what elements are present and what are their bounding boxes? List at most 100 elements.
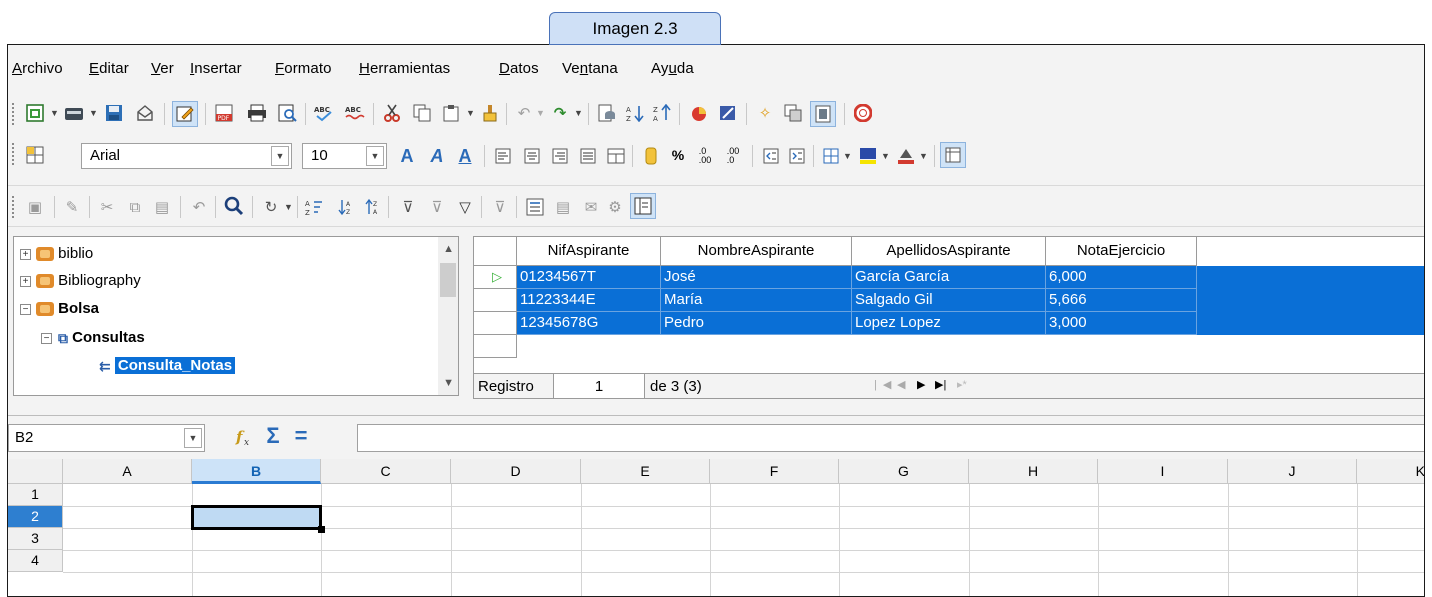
bold-icon[interactable]: A	[396, 145, 418, 167]
toolbar-grip[interactable]	[12, 196, 16, 218]
chevron-down-icon[interactable]: ▼	[271, 146, 289, 166]
find-record-icon[interactable]	[223, 195, 245, 217]
currency-format-icon[interactable]	[640, 145, 662, 167]
first-record-icon[interactable]: |◀	[874, 378, 897, 391]
background-color-icon[interactable]	[857, 145, 879, 167]
new-document-icon[interactable]	[24, 102, 46, 124]
styles-icon[interactable]	[24, 144, 46, 166]
font-size-combo[interactable]: 10 ▼	[302, 143, 387, 169]
table-cell[interactable]: María	[661, 289, 852, 312]
sort-ascending-icon[interactable]: AZ	[624, 102, 646, 124]
cut-disabled-icon[interactable]: ✂	[96, 196, 118, 218]
menu-ayuda[interactable]: Ayuda	[651, 60, 694, 77]
function-wizard-icon[interactable]: fx	[235, 426, 257, 448]
menu-archivo[interactable]: Archivo	[12, 60, 63, 77]
percent-format-icon[interactable]: %	[667, 144, 689, 166]
data-source-current-icon[interactable]: ⚙	[604, 196, 626, 218]
sort-asc-db-icon[interactable]: AZ	[334, 196, 356, 218]
standard-filter-icon[interactable]: ▽	[454, 196, 476, 218]
data-to-text-icon[interactable]	[524, 196, 546, 218]
print-icon[interactable]	[246, 102, 268, 124]
align-left-icon[interactable]	[492, 145, 514, 167]
row-header[interactable]	[474, 335, 517, 358]
menu-ventana[interactable]: Ventana	[562, 60, 618, 77]
sort-icon[interactable]: AZ	[304, 196, 326, 218]
table-cell[interactable]: 12345678G	[517, 312, 661, 335]
table-cell[interactable]: Lopez Lopez	[852, 312, 1046, 335]
menu-herramientas[interactable]: Herramientas	[359, 60, 450, 77]
previous-record-icon[interactable]: ◀	[897, 378, 905, 391]
table-cell[interactable]: García García	[852, 266, 1046, 289]
column-header-j[interactable]: J	[1228, 459, 1357, 484]
column-header[interactable]: NombreAspirante	[661, 237, 852, 266]
name-box[interactable]: B2 ▼	[8, 424, 205, 452]
align-right-icon[interactable]	[549, 145, 571, 167]
scroll-up-icon[interactable]: ▲	[443, 243, 454, 255]
new-record-icon[interactable]: ▸*	[957, 378, 967, 391]
tree-scrollbar[interactable]: ▲ ▼	[438, 237, 458, 395]
merge-cells-icon[interactable]	[605, 145, 627, 167]
explorer-toggle-icon[interactable]	[630, 193, 656, 219]
apply-filter-icon[interactable]: ⊽	[426, 196, 448, 218]
next-record-icon[interactable]: ▶	[917, 378, 925, 391]
row-header[interactable]	[474, 312, 517, 335]
templates-icon[interactable]	[63, 102, 85, 124]
save-icon[interactable]	[103, 102, 125, 124]
table-cell[interactable]: 5,666	[1046, 289, 1197, 312]
column-header[interactable]: ApellidosAspirante	[852, 237, 1046, 266]
row-header-2[interactable]: 2	[8, 506, 63, 528]
mail-merge-icon[interactable]: ✉	[580, 196, 602, 218]
save-record-icon[interactable]: ▣	[24, 196, 46, 218]
chevron-down-icon[interactable]: ▼	[366, 146, 384, 166]
collapse-icon[interactable]: −	[41, 333, 52, 344]
table-cell[interactable]: 01234567T	[517, 266, 661, 289]
corner-header[interactable]	[8, 459, 63, 484]
table-cell[interactable]: José	[661, 266, 852, 289]
table-cell[interactable]: Pedro	[661, 312, 852, 335]
sidebar-toggle-icon[interactable]	[940, 142, 966, 168]
edit-data-icon[interactable]: ✎	[61, 196, 83, 218]
insert-chart-icon[interactable]	[688, 102, 710, 124]
table-cell[interactable]: Salgado Gil	[852, 289, 1046, 312]
paste-disabled-icon[interactable]: ▤	[151, 196, 173, 218]
delete-decimal-icon[interactable]: .00.0	[722, 145, 744, 167]
clone-formatting-icon[interactable]	[479, 102, 501, 124]
autofill-handle[interactable]	[318, 526, 325, 533]
cut-icon[interactable]	[381, 102, 403, 124]
decrease-indent-icon[interactable]	[760, 145, 782, 167]
data-source-toggle-icon[interactable]	[810, 101, 836, 127]
menu-editar[interactable]: Editar	[89, 60, 129, 77]
toolbar-grip[interactable]	[12, 143, 16, 165]
chevron-down-icon[interactable]: ▼	[184, 428, 202, 448]
help-icon[interactable]	[852, 102, 874, 124]
print-preview-icon[interactable]	[276, 102, 298, 124]
paste-icon[interactable]	[440, 102, 462, 124]
autofilter-icon[interactable]: ⊽	[397, 196, 419, 218]
undo-icon[interactable]: ↶	[513, 102, 535, 124]
email-icon[interactable]	[134, 102, 156, 124]
menu-insertar[interactable]: Insertar	[190, 60, 242, 77]
active-cell-b2[interactable]	[191, 505, 322, 530]
column-header[interactable]: NifAspirante	[517, 237, 661, 266]
row-header[interactable]: ▷	[474, 266, 517, 289]
column-header-h[interactable]: H	[969, 459, 1098, 484]
scroll-thumb[interactable]	[440, 263, 456, 297]
table-cell[interactable]: 6,000	[1046, 266, 1197, 289]
expand-icon[interactable]: +	[20, 276, 31, 287]
column-header-c[interactable]: C	[321, 459, 451, 484]
column-header-b[interactable]: B	[192, 459, 321, 484]
formula-input[interactable]	[357, 424, 1424, 452]
refresh-icon[interactable]: ↻	[260, 196, 282, 218]
undo-disabled-icon[interactable]: ↶	[188, 196, 210, 218]
record-number-input[interactable]: 1	[553, 374, 645, 398]
toolbar-grip[interactable]	[12, 103, 16, 125]
borders-icon[interactable]	[820, 145, 842, 167]
copy-disabled-icon[interactable]: ⧉	[124, 196, 146, 218]
reset-filter-icon[interactable]: ⊽	[489, 196, 511, 218]
table-cell[interactable]: 3,000	[1046, 312, 1197, 335]
add-decimal-icon[interactable]: .0.00	[694, 145, 716, 167]
increase-indent-icon[interactable]	[786, 145, 808, 167]
menu-datos[interactable]: Datos	[499, 60, 539, 77]
column-header-e[interactable]: E	[581, 459, 710, 484]
column-header-f[interactable]: F	[710, 459, 839, 484]
